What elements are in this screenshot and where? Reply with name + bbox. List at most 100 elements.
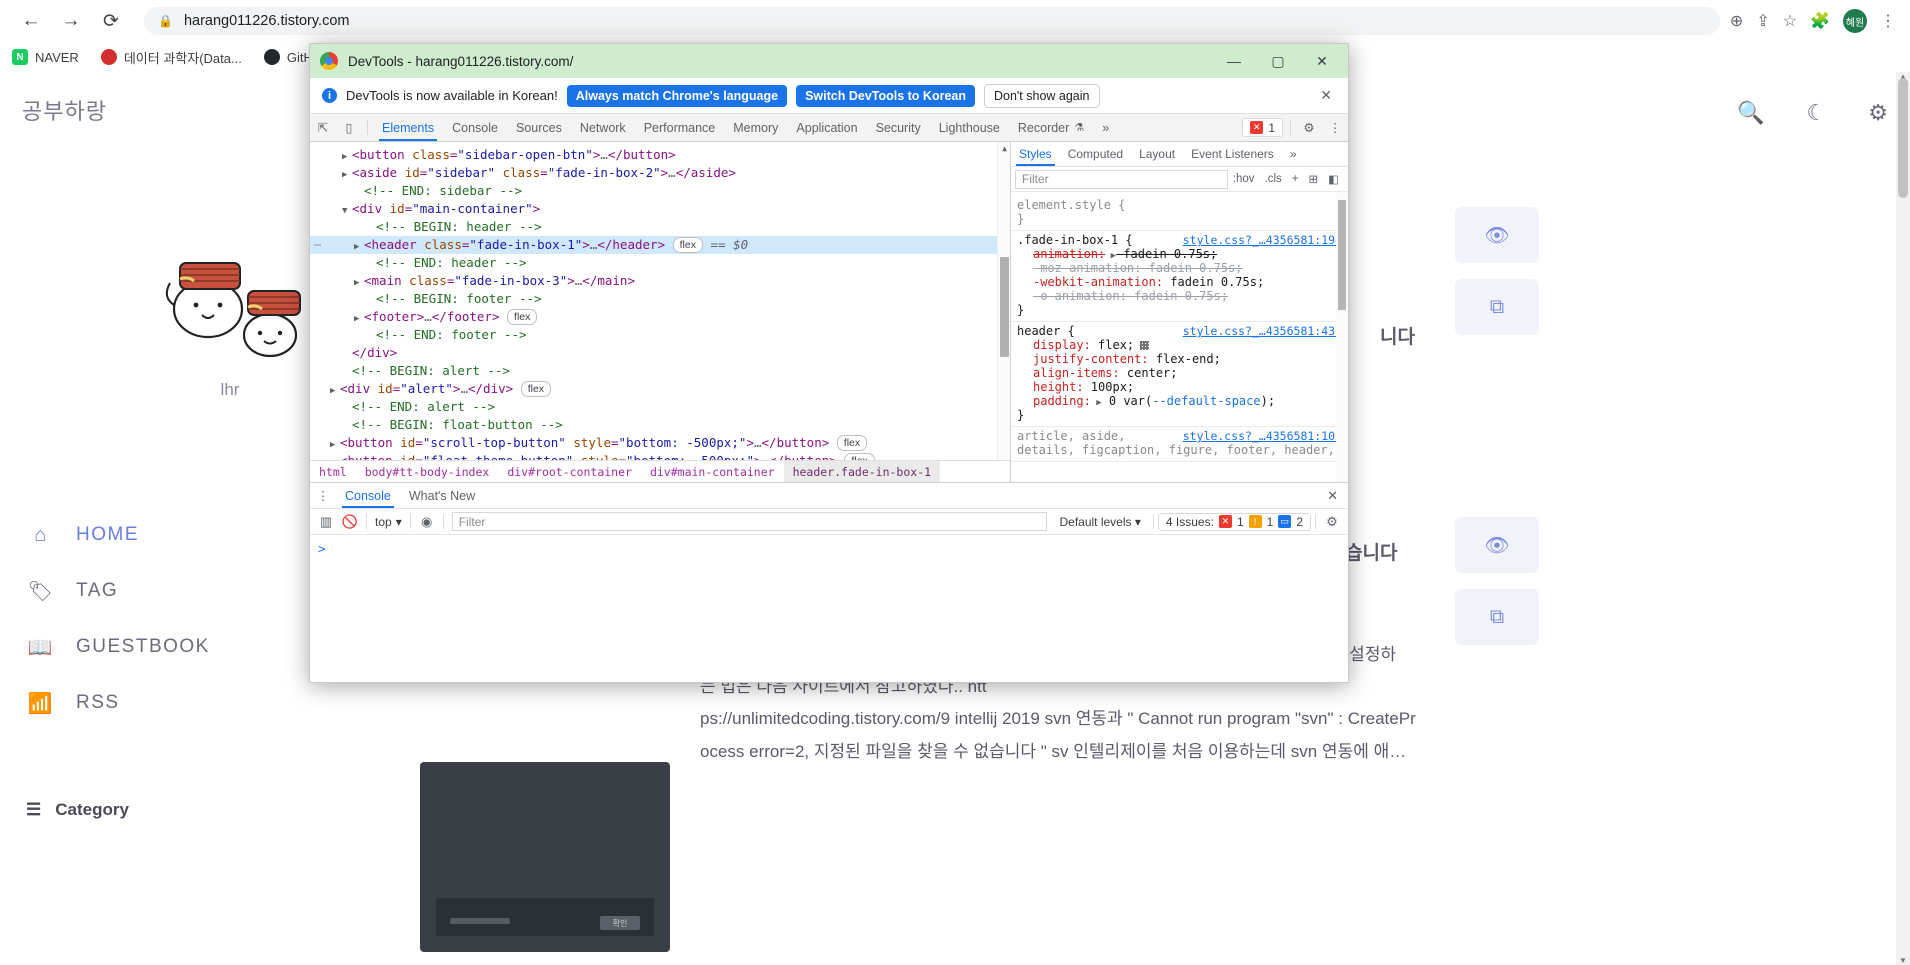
tab-elements[interactable]: Elements [373, 114, 443, 141]
flex-badge[interactable]: flex [507, 309, 538, 325]
expand-triangle-icon[interactable]: ▶ [1105, 251, 1116, 261]
css-source-link[interactable]: style.css?_…4356581:194 [1183, 233, 1342, 247]
device-toolbar-icon[interactable]: ▯ [336, 114, 362, 141]
console-output[interactable]: > [310, 535, 1348, 682]
drawer-kebab-icon[interactable]: ⋮ [310, 483, 336, 508]
css-rule[interactable]: header {style.css?_…4356581:436 display: … [1011, 322, 1348, 427]
inspect-element-icon[interactable]: ⇱ [310, 114, 336, 141]
zoom-icon[interactable]: ⊕ [1730, 11, 1743, 31]
css-value[interactable]: center; [1120, 366, 1178, 380]
dom-node-row[interactable]: ▶ <button id="scroll-top-button" style="b… [310, 434, 1010, 452]
browser-menu-icon[interactable]: ⋮ [1880, 11, 1896, 31]
always-match-language-button[interactable]: Always match Chrome's language [566, 84, 788, 107]
css-declaration[interactable]: -moz-animation: fadein 0.75s; [1017, 261, 1342, 275]
close-icon[interactable]: ✕ [1312, 87, 1340, 104]
dom-node-row[interactable]: </div> [310, 344, 1010, 362]
css-value[interactable]: fadein 0.75s; [1163, 275, 1264, 289]
eye-button[interactable]: 👁 [1455, 517, 1539, 573]
flex-badge[interactable]: flex [672, 237, 703, 253]
flex-badge[interactable]: flex [836, 435, 868, 451]
breadcrumb-item[interactable]: html [310, 461, 356, 483]
log-levels-selector[interactable]: Default levels ▾ [1051, 515, 1148, 529]
css-property[interactable]: display: [1033, 338, 1091, 352]
dom-node-row[interactable]: ▶ <aside id="sidebar" class="fade-in-box-… [310, 164, 1010, 182]
more-styles-tabs-icon[interactable]: » [1282, 142, 1305, 166]
css-declaration[interactable]: -o-animation: fadein 0.75s; [1017, 289, 1342, 303]
breadcrumb-item[interactable]: header.fade-in-box-1 [783, 460, 941, 482]
console-settings-icon[interactable]: ⚙ [1320, 514, 1344, 530]
close-drawer-icon[interactable]: ✕ [1317, 483, 1348, 508]
dont-show-again-button[interactable]: Don't show again [983, 83, 1100, 108]
error-count-badge[interactable]: ✕ 1 [1242, 118, 1283, 137]
styles-filter-input[interactable]: Filter [1015, 169, 1228, 189]
tab-whats-new[interactable]: What's New [400, 483, 484, 508]
breadcrumb-item[interactable]: div#root-container [498, 461, 641, 483]
share-icon[interactable]: ⇪ [1756, 11, 1769, 31]
switch-to-korean-button[interactable]: Switch DevTools to Korean [796, 84, 975, 107]
page-scrollbar[interactable]: ▲ ▼ [1896, 72, 1910, 965]
blog-title[interactable]: 공부하랑 [22, 94, 107, 126]
tab-performance[interactable]: Performance [635, 114, 725, 141]
css-rule[interactable]: element.style {} [1011, 196, 1348, 231]
dom-node-row[interactable]: ▶ <div id="alert">…</div> flex [310, 380, 1010, 398]
avatar[interactable]: 혜원 [1843, 9, 1867, 33]
scroll-thumb[interactable] [1898, 78, 1908, 198]
css-selector[interactable]: article, aside, [1017, 429, 1125, 443]
css-property[interactable]: justify-content: [1033, 352, 1149, 366]
css-rule[interactable]: .fade-in-box-1 {style.css?_…4356581:194 a… [1011, 231, 1348, 322]
scroll-down-arrow[interactable]: ▼ [1896, 956, 1910, 965]
dom-tree-pane[interactable]: ▶ <button class="sidebar-open-btn">…</but… [310, 142, 1010, 482]
reload-icon[interactable]: ⟳ [94, 4, 128, 38]
css-declaration[interactable]: -webkit-animation: fadein 0.75s; [1017, 275, 1342, 289]
dom-node-row[interactable]: <!-- END: alert --> [310, 398, 1010, 416]
dom-node-row[interactable]: ▶ <main class="fade-in-box-3">…</main> [310, 272, 1010, 290]
dom-node-row[interactable]: ⋯ ▶ <header class="fade-in-box-1">…</heade… [310, 236, 1010, 254]
back-icon[interactable]: ← [14, 4, 48, 38]
tab-security[interactable]: Security [867, 114, 930, 141]
more-tabs-icon[interactable]: » [1093, 114, 1118, 141]
sidebar-item-rss[interactable]: 📶 RSS [28, 675, 288, 731]
tab-sources[interactable]: Sources [507, 114, 571, 141]
tab-lighthouse[interactable]: Lighthouse [930, 114, 1009, 141]
dom-node-row[interactable]: <!-- BEGIN: alert --> [310, 362, 1010, 380]
tab-recorder[interactable]: Recorder ⚗ [1009, 114, 1093, 141]
tab-layout[interactable]: Layout [1131, 142, 1183, 166]
kebab-menu-icon[interactable]: ⋮ [1322, 114, 1348, 141]
dom-node-row[interactable]: <!-- BEGIN: header --> [310, 218, 1010, 236]
css-value[interactable]: 100px; [1084, 380, 1134, 394]
css-source-link[interactable]: style.css?_…4356581:436 [1183, 324, 1342, 338]
dom-node-row[interactable]: <!-- END: sidebar --> [310, 182, 1010, 200]
node-menu-icon[interactable]: ⋯ [314, 236, 321, 254]
close-button[interactable]: ✕ [1300, 45, 1344, 77]
css-declaration[interactable]: justify-content: flex-end; [1017, 352, 1342, 366]
toggle-sidebar-icon[interactable]: ◧ [1323, 172, 1344, 186]
settings-icon[interactable]: ⚙ [1868, 100, 1888, 126]
forward-icon[interactable]: → [54, 4, 88, 38]
scroll-thumb[interactable] [1000, 257, 1009, 357]
css-property[interactable]: -webkit-animation: [1033, 275, 1163, 289]
css-value[interactable]: 0 var(--default-space); [1102, 394, 1275, 408]
scroll-thumb[interactable] [1338, 200, 1346, 310]
css-value[interactable]: fadein 0.75s; [1141, 261, 1243, 275]
console-sidebar-icon[interactable]: ▥ [314, 514, 338, 530]
computed-sidebar-icon[interactable]: ⊞ [1303, 172, 1323, 186]
breadcrumb-item[interactable]: body#tt-body-index [356, 461, 499, 483]
bookmark-star-icon[interactable]: ☆ [1783, 11, 1797, 31]
bookmark-item[interactable]: 데이터 과학자(Data... [100, 48, 242, 67]
breadcrumb-item[interactable]: div#main-container [641, 461, 784, 483]
tab-application[interactable]: Application [787, 114, 866, 141]
expand-triangle-icon[interactable]: ▶ [1091, 398, 1101, 408]
tab-memory[interactable]: Memory [724, 114, 787, 141]
dom-node-row[interactable]: <!-- BEGIN: float-button --> [310, 416, 1010, 434]
new-style-rule-icon[interactable]: + [1287, 173, 1304, 185]
live-expression-icon[interactable]: ◉ [415, 514, 439, 530]
css-scrollbar[interactable] [1336, 192, 1348, 482]
css-value[interactable]: fadein 0.75s; [1127, 289, 1228, 303]
flex-badge[interactable]: flex [520, 381, 552, 397]
tab-computed[interactable]: Computed [1060, 142, 1131, 166]
css-source-link[interactable]: style.css?_…4356581:102 [1183, 429, 1342, 443]
dom-scrollbar[interactable]: ▲ ▼ [997, 142, 1010, 482]
tab-console-drawer[interactable]: Console [336, 483, 400, 508]
hov-toggle[interactable]: :hov [1228, 173, 1260, 185]
dom-node-row[interactable]: ▼ <div id="main-container"> [310, 200, 1010, 218]
